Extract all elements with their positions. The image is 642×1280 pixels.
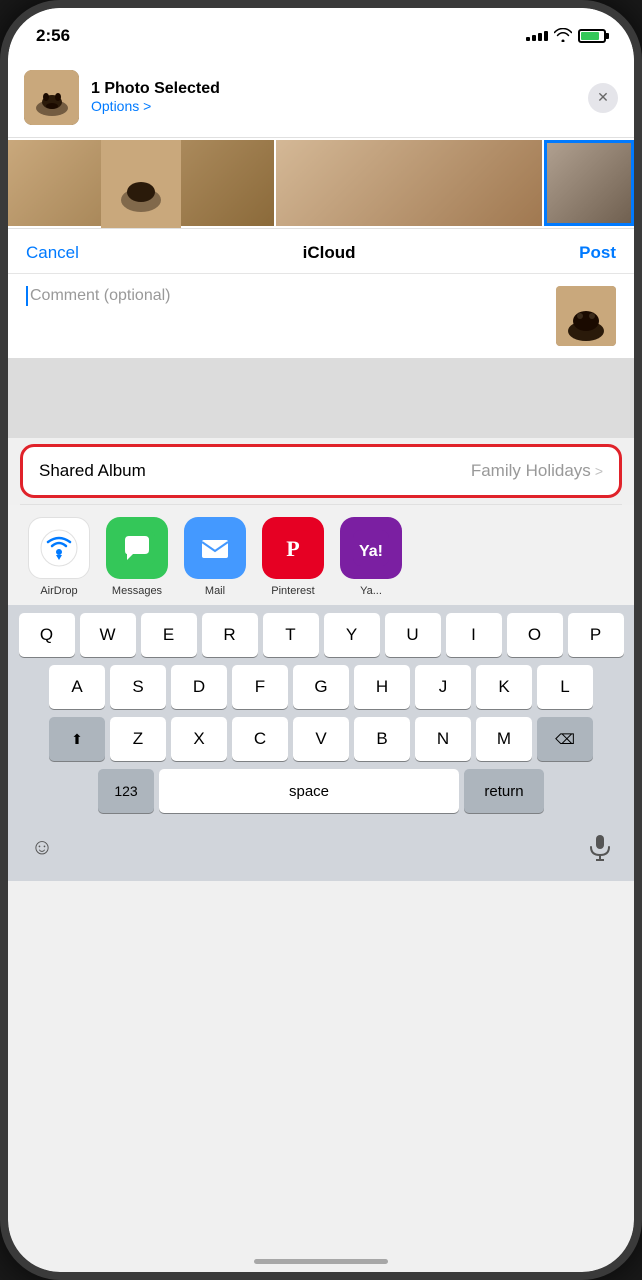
text-cursor [26,286,28,306]
backspace-key[interactable]: ⌫ [537,717,593,761]
svg-text:Ya!: Ya! [359,543,383,560]
icloud-comment-area: Comment (optional) [8,274,634,358]
key-w[interactable]: W [80,613,136,657]
app-item-yahoo[interactable]: Ya! Ya... [336,517,406,597]
key-p[interactable]: P [568,613,624,657]
shared-album-label: Shared Album [39,461,146,481]
status-bar: 2:56 [8,8,634,58]
key-h[interactable]: H [354,665,410,709]
share-apps-section: AirDrop Messages [8,505,634,605]
icloud-post-button[interactable]: Post [579,243,616,263]
key-q[interactable]: Q [19,613,75,657]
icloud-cancel-button[interactable]: Cancel [26,243,79,263]
share-title: 1 Photo Selected [91,80,576,98]
app-item-pinterest[interactable]: P Pinterest [258,517,328,597]
phone-screen: 2:56 [8,8,634,1272]
photo-thumb-2[interactable] [276,140,542,226]
return-key[interactable]: return [464,769,544,813]
numbers-key[interactable]: 123 [98,769,154,813]
share-header: 1 Photo Selected Options > ✕ [8,58,634,138]
svg-text:P: P [286,536,299,561]
battery-icon [578,29,606,43]
key-m[interactable]: M [476,717,532,761]
keyboard-bottom: ☺ [12,821,630,877]
emoji-key[interactable]: ☺ [20,825,64,869]
key-t[interactable]: T [263,613,319,657]
status-icons [526,28,606,45]
key-u[interactable]: U [385,613,441,657]
blur-background [8,358,634,438]
microphone-key[interactable] [578,825,622,869]
home-indicator [254,1259,388,1264]
yahoo-icon: Ya! [340,517,402,579]
signal-icon [526,31,548,41]
pinterest-label: Pinterest [271,585,314,597]
share-options-link[interactable]: Options > [91,98,151,114]
key-s[interactable]: S [110,665,166,709]
messages-icon [106,517,168,579]
key-l[interactable]: L [537,665,593,709]
share-close-button[interactable]: ✕ [588,83,618,113]
keyboard: Q W E R T Y U I O P A S D F G H J K [8,605,634,881]
keyboard-row-2: A S D F G H J K L [12,665,630,709]
key-z[interactable]: Z [110,717,166,761]
key-e[interactable]: E [141,613,197,657]
key-y[interactable]: Y [324,613,380,657]
key-o[interactable]: O [507,613,563,657]
chevron-right-icon: > [595,463,603,479]
app-item-messages[interactable]: Messages [102,517,172,597]
key-n[interactable]: N [415,717,471,761]
key-i[interactable]: I [446,613,502,657]
messages-label: Messages [112,585,162,597]
space-key[interactable]: space [159,769,459,813]
photo-thumb-1[interactable] [8,140,274,226]
yahoo-label: Ya... [360,585,382,597]
keyboard-row-1: Q W E R T Y U I O P [12,613,630,657]
key-j[interactable]: J [415,665,471,709]
comment-photo-thumbnail [556,286,616,346]
share-thumbnail [24,70,79,125]
app-item-mail[interactable]: Mail [180,517,250,597]
mail-label: Mail [205,585,225,597]
key-c[interactable]: C [232,717,288,761]
shared-album-value: Family Holidays > [471,461,603,481]
key-f[interactable]: F [232,665,288,709]
key-g[interactable]: G [293,665,349,709]
key-x[interactable]: X [171,717,227,761]
key-r[interactable]: R [202,613,258,657]
share-info: 1 Photo Selected Options > [91,80,576,116]
shared-album-row[interactable]: Shared Album Family Holidays > [20,444,622,498]
phone-frame: 2:56 [0,0,642,1280]
key-d[interactable]: D [171,665,227,709]
share-apps-row: AirDrop Messages [8,517,634,597]
comment-input[interactable]: Comment (optional) [26,286,544,306]
key-k[interactable]: K [476,665,532,709]
airdrop-label: AirDrop [40,585,77,597]
keyboard-row-4: 123 space return [12,769,630,813]
shared-album-album-name: Family Holidays [471,461,591,481]
pinterest-icon: P [262,517,324,579]
mail-icon [184,517,246,579]
photos-preview [8,138,634,228]
airdrop-icon [28,517,90,579]
icloud-header: Cancel iCloud Post [8,229,634,274]
app-item-airdrop[interactable]: AirDrop [24,517,94,597]
key-a[interactable]: A [49,665,105,709]
wifi-icon [554,28,572,45]
photo-thumb-3[interactable] [544,140,634,226]
icloud-title: iCloud [303,243,356,263]
key-v[interactable]: V [293,717,349,761]
comment-placeholder: Comment (optional) [30,287,171,304]
status-time: 2:56 [36,26,70,46]
keyboard-row-3: ⬆ Z X C V B N M ⌫ [12,717,630,761]
key-b[interactable]: B [354,717,410,761]
icloud-panel: Cancel iCloud Post Comment (optional) [8,228,634,358]
shift-key[interactable]: ⬆ [49,717,105,761]
